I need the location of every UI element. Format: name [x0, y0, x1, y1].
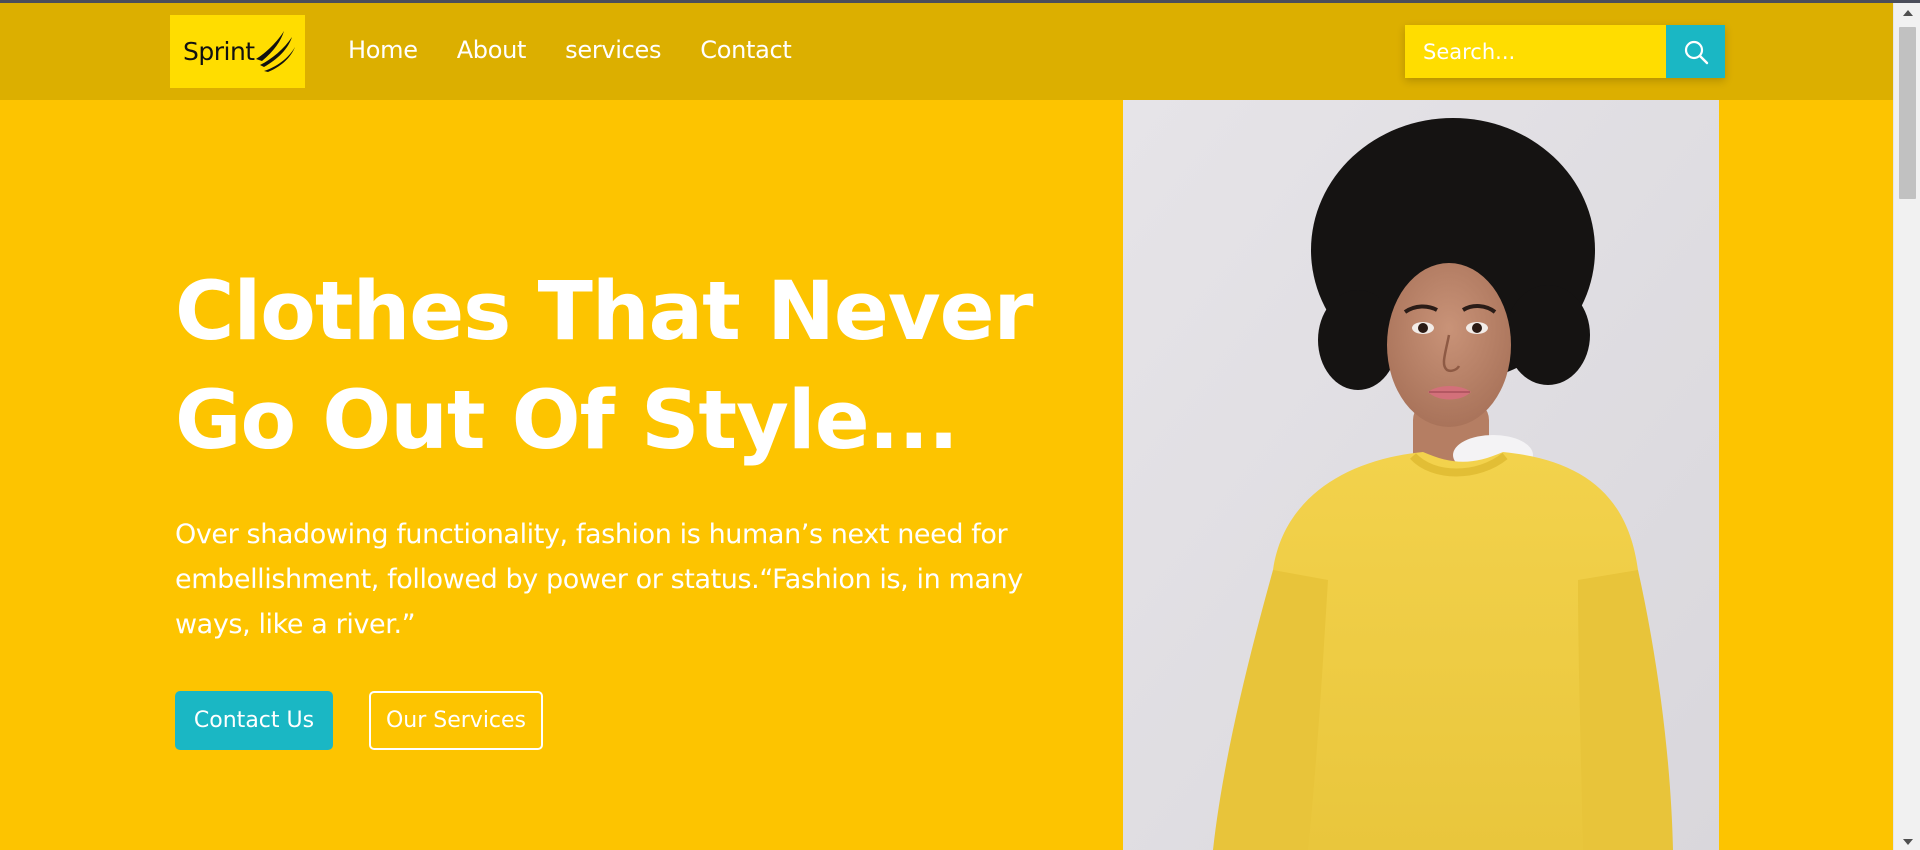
page-scrollbar[interactable]: [1893, 3, 1920, 850]
our-services-button[interactable]: Our Services: [369, 691, 543, 750]
search-bar: [1405, 25, 1725, 78]
model-illustration: [1123, 100, 1719, 850]
brand-logo[interactable]: Sprint: [170, 15, 305, 88]
hero-title-line-1: Clothes That Never: [175, 265, 1033, 359]
sprint-swoosh-icon: [256, 31, 295, 72]
hero-description: Over shadowing functionality, fashion is…: [175, 519, 1023, 640]
nav-services-link[interactable]: services: [565, 36, 661, 64]
nav-home-link[interactable]: Home: [348, 36, 418, 64]
search-button[interactable]: [1666, 25, 1725, 78]
contact-us-button[interactable]: Contact Us: [175, 691, 333, 750]
logo-text: Sprint: [183, 37, 255, 66]
hero-model-photo: [1123, 100, 1719, 850]
search-icon: [1684, 40, 1708, 64]
scroll-up-arrow-icon[interactable]: [1903, 10, 1913, 16]
main-nav: Home About services Contact: [348, 36, 831, 64]
site-header: Sprint Home About services Contact: [0, 3, 1893, 100]
nav-about-link[interactable]: About: [457, 36, 527, 64]
nav-contact-link[interactable]: Contact: [700, 36, 792, 64]
scroll-down-arrow-icon[interactable]: [1903, 839, 1913, 845]
hero-title: Clothes That Never Go Out Of Style...: [175, 258, 1075, 476]
scrollbar-thumb[interactable]: [1899, 27, 1916, 199]
hero-title-line-2: Go Out Of Style...: [175, 374, 959, 468]
search-input[interactable]: [1405, 25, 1666, 78]
